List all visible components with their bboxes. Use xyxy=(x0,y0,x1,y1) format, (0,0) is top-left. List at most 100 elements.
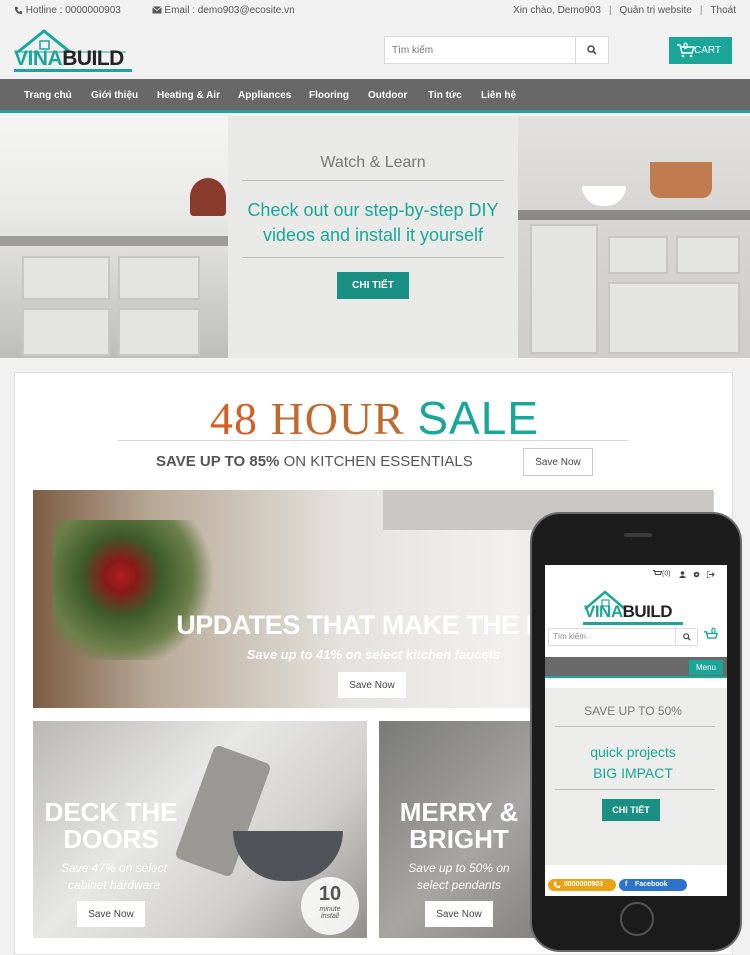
cabinet-drawer xyxy=(608,282,740,354)
divider xyxy=(555,789,715,790)
banner-title-line: BRIGHT xyxy=(409,824,509,854)
banner-text-line: Save 47% on select xyxy=(60,861,168,875)
mobile-hotline-text: 0000000903 xyxy=(564,881,603,888)
phone-home-button xyxy=(620,902,654,936)
mobile-logo-text: VINABUILD xyxy=(584,602,673,622)
nav-item-heating-air[interactable]: Heating & Air xyxy=(157,90,220,101)
mobile-hotline-button[interactable]: 0000000903 xyxy=(548,879,616,891)
hero-headline-line: videos and install it yourself xyxy=(262,225,484,245)
banner-save-now-button[interactable]: Save Now xyxy=(425,901,493,927)
hero-subtitle: Watch & Learn xyxy=(320,154,426,171)
search-input[interactable] xyxy=(385,37,575,63)
logo-text-build: BUILD xyxy=(622,602,673,621)
banner-text-line: cabinet hardware xyxy=(67,878,161,892)
banner-title-line: MERRY & xyxy=(399,797,519,827)
sale-save-now-button[interactable]: Save Now xyxy=(523,448,593,476)
site-logo[interactable]: VINABUILD xyxy=(14,28,134,72)
logo-underline xyxy=(583,622,683,625)
gear-icon[interactable] xyxy=(693,571,700,578)
mobile-hero-headline: quick projects BIG IMPACT xyxy=(545,742,721,784)
banner-text: Save 47% on select cabinet hardware xyxy=(39,860,189,894)
cart-icon xyxy=(653,570,662,575)
banner-title-line: DECK THE xyxy=(44,797,178,827)
badge-text: install xyxy=(321,913,339,920)
hero-panel: Watch & Learn Check out our step-by-step… xyxy=(228,116,518,358)
mobile-cart-count: 0 xyxy=(711,626,717,636)
banner-save-now-button[interactable]: Save Now xyxy=(77,901,145,927)
mobile-hero: SAVE UP TO 50% quick projects BIG IMPACT … xyxy=(545,688,727,865)
divider xyxy=(242,180,504,181)
logo-text-build: BUILD xyxy=(62,47,124,70)
phone-icon xyxy=(553,881,561,889)
install-time-badge: 10 minute install xyxy=(301,877,359,935)
banner-text: Save up to 50% on select pendants xyxy=(379,860,539,894)
search-button[interactable] xyxy=(575,37,608,63)
mobile-top-bar: (0) xyxy=(545,567,727,582)
envelope-icon xyxy=(151,6,162,14)
banner-title: DECK THE DOORS xyxy=(41,799,181,853)
logo-underline xyxy=(14,69,132,72)
cup-pull-photo xyxy=(233,831,343,881)
cart-button[interactable]: 0 CART xyxy=(669,37,732,64)
mobile-hero-line: BIG IMPACT xyxy=(593,765,673,781)
nav-item-outdoor[interactable]: Outdoor xyxy=(368,90,407,101)
mobile-search-button[interactable] xyxy=(675,629,697,645)
banner-title-line: DOORS xyxy=(63,824,159,854)
mobile-hero-line: quick projects xyxy=(590,744,676,760)
logout-link[interactable]: Thoát xyxy=(710,5,736,16)
hero-headline: Check out our step-by-step DIY videos and… xyxy=(228,198,518,248)
nav-item-tin-tuc[interactable]: Tin tức xyxy=(428,90,462,101)
mobile-menu-button[interactable]: Menu xyxy=(689,660,723,675)
mobile-facebook-text: Facebook xyxy=(635,881,668,888)
sale-word: SALE xyxy=(417,392,539,444)
flower-pot xyxy=(190,178,226,216)
sale-title: 48 HOUR SALE xyxy=(15,391,734,445)
nav-item-appliances[interactable]: Appliances xyxy=(238,90,291,101)
mobile-facebook-button[interactable]: f Facebook xyxy=(619,879,687,891)
search-icon xyxy=(587,45,597,55)
divider: | xyxy=(699,5,703,16)
mobile-nav-bar: Menu xyxy=(545,657,727,678)
sale-hour-word: HOUR xyxy=(270,393,405,444)
copper-pot xyxy=(650,162,712,198)
email-info[interactable]: Email : demo903@ecosite.vn xyxy=(151,5,309,16)
mobile-contact-bar: 0000000903 f Facebook xyxy=(545,878,727,892)
mobile-detail-button[interactable]: CHI TIẾT xyxy=(602,799,660,821)
divider xyxy=(242,257,504,258)
mobile-hero-subtitle: SAVE UP TO 50% xyxy=(584,704,682,718)
phone-speaker xyxy=(624,533,652,537)
banner-text-line: select pendants xyxy=(416,878,502,892)
search-icon xyxy=(682,633,691,641)
banner-title: MERRY & BRIGHT xyxy=(379,799,539,853)
logout-icon[interactable] xyxy=(707,571,715,578)
badge-text: minute xyxy=(319,906,341,913)
search-box xyxy=(384,36,609,64)
nav-item-gioi-thieu[interactable]: Giới thiệu xyxy=(91,90,138,101)
user-icon[interactable] xyxy=(679,571,686,578)
hero-detail-button[interactable]: CHI TIẾT xyxy=(337,272,409,299)
nav-item-lien-he[interactable]: Liên hệ xyxy=(481,90,516,101)
banner-save-now-button[interactable]: Save Now xyxy=(338,672,406,698)
mobile-cart-summary[interactable]: (0) xyxy=(653,570,671,577)
sale-category-text: ON KITCHEN ESSENTIALS xyxy=(283,453,473,470)
cabinet-drawer xyxy=(608,236,668,274)
cabinet-door xyxy=(118,308,200,356)
mobile-cart-button[interactable]: 0 xyxy=(702,626,724,646)
greeting-link[interactable]: Xin chào, Demo903 xyxy=(513,5,601,16)
banner-text-line: Save up to 50% on xyxy=(408,861,510,875)
cart-label: CART xyxy=(693,45,722,56)
divider xyxy=(118,440,628,441)
mobile-search-input[interactable]: Tìm kiếm xyxy=(548,628,698,646)
mobile-cart-text: (0) xyxy=(662,570,671,578)
phone-icon xyxy=(14,6,23,14)
hardware-banner[interactable]: DECK THE DOORS Save 47% on select cabinet … xyxy=(33,721,367,938)
badge-number: 10 xyxy=(318,883,342,905)
nav-item-flooring[interactable]: Flooring xyxy=(309,90,349,101)
hotline-info[interactable]: Hotline : 0000000903 xyxy=(14,5,135,16)
mobile-logo[interactable]: VINABUILD xyxy=(583,589,687,625)
nav-item-trang-chu[interactable]: Trang chủ xyxy=(24,90,72,101)
facebook-icon: f xyxy=(625,881,628,888)
hero-headline-line: Check out our step-by-step DIY xyxy=(247,200,499,220)
countertop-right xyxy=(518,210,750,220)
admin-link[interactable]: Quản trị website xyxy=(620,5,692,16)
